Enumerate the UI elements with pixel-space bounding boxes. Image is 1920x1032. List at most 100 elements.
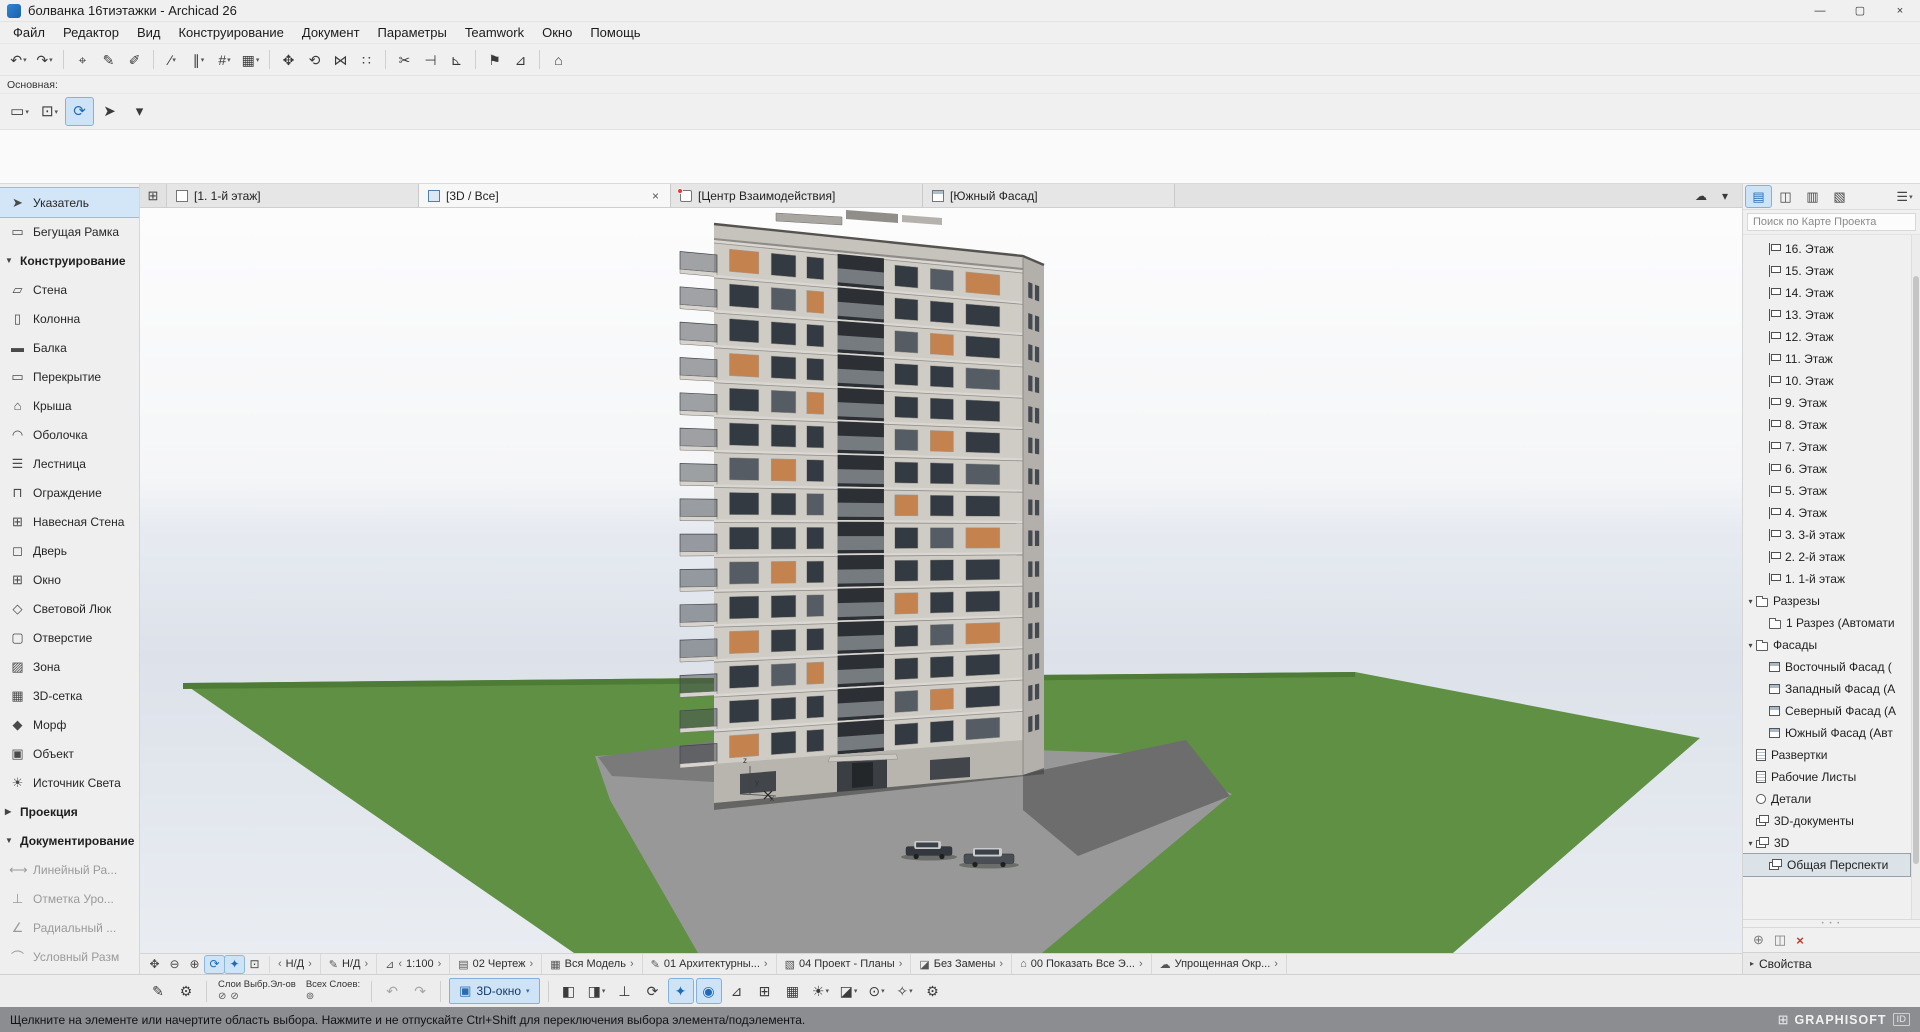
menu-item-6[interactable]: Teamwork — [456, 22, 533, 43]
add-button[interactable]: ⊕ — [1753, 932, 1764, 948]
menu-item-8[interactable]: Помощь — [581, 22, 649, 43]
arrow-tool-button[interactable]: ➤ — [96, 98, 123, 125]
tree-item[interactable]: 3D-документы — [1743, 810, 1910, 832]
tool-window[interactable]: ⊞Окно — [0, 565, 139, 594]
pen-set-control[interactable]: ✎01 Архитектурны...› — [643, 954, 777, 974]
toolbox-section-design-section[interactable]: ▼Конструирование — [0, 246, 139, 275]
properties-section[interactable]: ▸ Свойства — [1743, 952, 1920, 974]
pencil-button[interactable]: ✎ — [96, 47, 121, 72]
tab-3d-all[interactable]: [3D / Все]× — [419, 184, 671, 207]
tool-skylight[interactable]: ◇Световой Люк — [0, 594, 139, 623]
fit-in-window-button[interactable]: ⊡ — [245, 956, 264, 973]
pick-parameters-button[interactable]: ✐ — [122, 47, 147, 72]
tool-stair[interactable]: ☰Лестница — [0, 449, 139, 478]
marquee-mode-button[interactable]: ▭ — [6, 98, 33, 125]
projection-button[interactable]: ◨ — [585, 979, 609, 1003]
undo-small-button[interactable]: ↶ — [380, 979, 404, 1003]
editing-plane-button[interactable]: ⊥ — [613, 979, 637, 1003]
tree-item[interactable]: 11. Этаж — [1743, 348, 1910, 370]
view-map-button[interactable]: ◫ — [1773, 186, 1798, 207]
menu-item-3[interactable]: Конструирование — [169, 22, 292, 43]
sync-teamwork-button[interactable]: ⟳ — [66, 98, 93, 125]
tree-item[interactable]: Общая Перспекти — [1743, 854, 1910, 876]
next-arrow-icon[interactable]: › — [630, 958, 634, 970]
scrollbar-thumb[interactable] — [1913, 276, 1919, 864]
tab-interaction-center[interactable]: [Центр Взаимодействия] — [671, 184, 923, 207]
tool-shell[interactable]: ◠Оболочка — [0, 420, 139, 449]
orbit-button[interactable]: ⟳ — [205, 956, 224, 973]
tool-roof[interactable]: ⌂Крыша — [0, 391, 139, 420]
tool-railing[interactable]: ⊓Ограждение — [0, 478, 139, 507]
panel-menu-button[interactable]: ☰▾ — [1892, 186, 1917, 207]
drawing-control[interactable]: ▤02 Чертеж› — [450, 954, 542, 974]
layer-settings-button[interactable]: ⚙ — [174, 979, 198, 1003]
tree-item[interactable]: ▾Разрезы — [1743, 590, 1910, 612]
tree-item[interactable]: 9. Этаж — [1743, 392, 1910, 414]
tree-item[interactable]: 12. Этаж — [1743, 326, 1910, 348]
tree-item[interactable]: Детали — [1743, 788, 1910, 810]
tool-zone[interactable]: ▨Зона — [0, 652, 139, 681]
tool-mesh-3d[interactable]: ▦3D-сетка — [0, 681, 139, 710]
zoom-level-control[interactable]: ‹Н/Д› — [270, 954, 321, 974]
scrollbar[interactable] — [1911, 235, 1920, 919]
tool-pointer[interactable]: ➤Указатель — [0, 188, 139, 217]
tree-item[interactable]: 8. Этаж — [1743, 414, 1910, 436]
redo-small-button[interactable]: ↷ — [408, 979, 432, 1003]
delete-button[interactable]: × — [1796, 933, 1804, 948]
previous-arrow-icon[interactable]: ‹ — [278, 958, 282, 970]
tool-morph[interactable]: ◆Морф — [0, 710, 139, 739]
3d-window-button[interactable]: ▣3D-окно▾ — [449, 978, 539, 1004]
tool-angle-dimension[interactable]: ⌒Условный Разм — [0, 942, 139, 971]
tree-item[interactable]: 14. Этаж — [1743, 282, 1910, 304]
tree-item[interactable]: 2. 2-й этаж — [1743, 546, 1910, 568]
next-arrow-icon[interactable]: › — [764, 958, 768, 970]
capture-view-button[interactable]: ⌂ — [546, 47, 571, 72]
menu-item-2[interactable]: Вид — [128, 22, 170, 43]
offset-button[interactable]: ∥ — [186, 47, 211, 72]
menu-item-1[interactable]: Редактор — [54, 22, 128, 43]
tool-opening[interactable]: ▢Отверстие — [0, 623, 139, 652]
show-all-layers-button[interactable]: ⊚ — [306, 991, 314, 1003]
previous-arrow-icon[interactable]: ‹ — [398, 958, 402, 970]
minimize-button[interactable]: — — [1800, 0, 1840, 21]
tool-slab[interactable]: ▭Перекрытие — [0, 362, 139, 391]
surroundings-control[interactable]: ☁Упрощенная Окр...› — [1152, 954, 1287, 974]
adjust-button[interactable]: ⊣ — [418, 47, 443, 72]
look-to-button[interactable]: ◉ — [697, 979, 721, 1003]
zoom-out-button[interactable]: ⊖ — [165, 956, 184, 973]
scale-control[interactable]: ⊿‹1:100› — [377, 954, 450, 974]
next-arrow-icon[interactable]: › — [308, 958, 312, 970]
tree-item[interactable]: 7. Этаж — [1743, 436, 1910, 458]
close-button[interactable]: × — [1880, 0, 1920, 21]
tab-list-dropdown[interactable]: ▾ — [1714, 186, 1736, 206]
quick-layers-button[interactable]: ✎ — [146, 979, 170, 1003]
next-arrow-icon[interactable]: › — [364, 958, 368, 970]
explore-button[interactable]: ✦ — [225, 956, 244, 973]
next-arrow-icon[interactable]: › — [1139, 958, 1143, 970]
menu-item-0[interactable]: Файл — [4, 22, 54, 43]
tree-item[interactable]: Западный Фасад (А — [1743, 678, 1910, 700]
next-arrow-icon[interactable]: › — [1274, 958, 1278, 970]
arrow-options-button[interactable]: ▾ — [126, 98, 153, 125]
maximize-button[interactable]: ▢ — [1840, 0, 1880, 21]
undo-button[interactable]: ↶ — [6, 47, 31, 72]
selection-mode-button[interactable]: ⊡ — [36, 98, 63, 125]
grid-display-button[interactable]: ▦ — [238, 47, 263, 72]
close-icon[interactable]: × — [650, 189, 661, 203]
menu-item-7[interactable]: Окно — [533, 22, 581, 43]
multiply-button[interactable]: ∷ — [354, 47, 379, 72]
tree-item[interactable]: 13. Этаж — [1743, 304, 1910, 326]
redo-button[interactable]: ↷ — [32, 47, 57, 72]
3d-style-button[interactable]: ◧ — [557, 979, 581, 1003]
graphic-override-control[interactable]: ◪Без Замены› — [911, 954, 1012, 974]
rotate-button[interactable]: ⟲ — [302, 47, 327, 72]
tool-marquee[interactable]: ▭Бегущая Рамка — [0, 217, 139, 246]
next-arrow-icon[interactable]: › — [438, 958, 442, 970]
cutting-planes-button[interactable]: ⊞ — [753, 979, 777, 1003]
drag-button[interactable]: ✥ — [276, 47, 301, 72]
tree-item[interactable]: Северный Фасад (А — [1743, 700, 1910, 722]
project-map-button[interactable]: ▤ — [1746, 186, 1771, 207]
tree-item[interactable]: 10. Этаж — [1743, 370, 1910, 392]
tree-item[interactable]: 3. 3-й этаж — [1743, 524, 1910, 546]
tree-item[interactable]: 4. Этаж — [1743, 502, 1910, 524]
